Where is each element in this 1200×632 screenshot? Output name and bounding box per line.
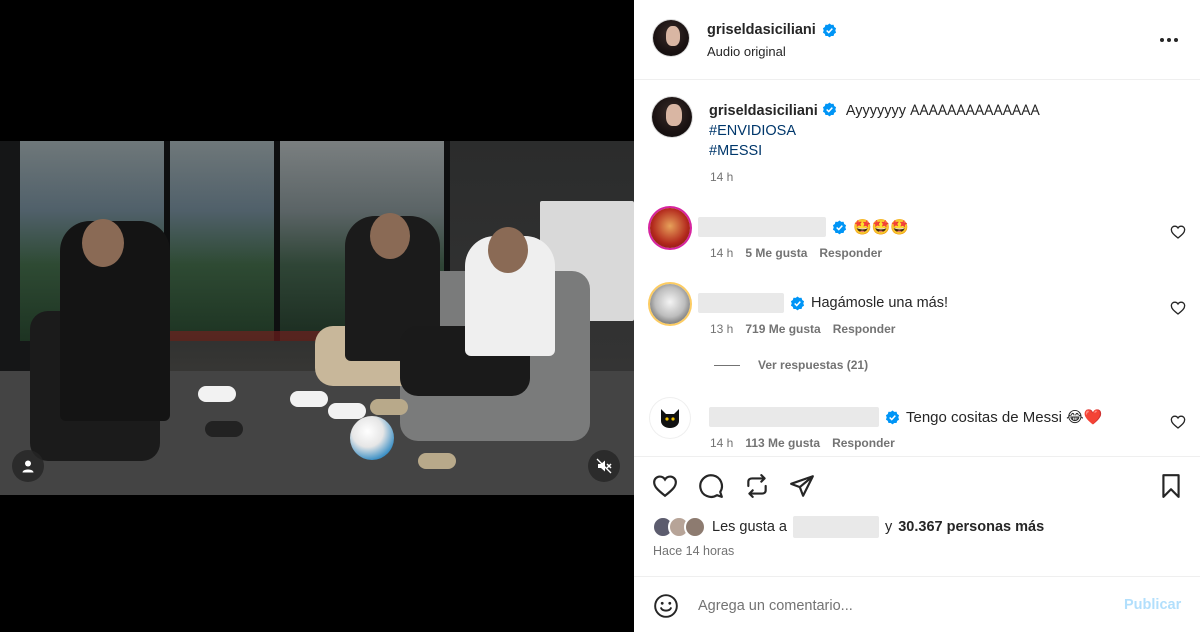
video-player[interactable] bbox=[0, 141, 634, 495]
post-side-panel: griseldasiciliani Audio original griseld… bbox=[634, 0, 1200, 632]
avatar[interactable] bbox=[650, 284, 690, 324]
publish-button[interactable]: Publicar bbox=[1124, 597, 1181, 613]
view-replies-button[interactable]: Ver respuestas (21) bbox=[714, 358, 868, 372]
liker-avatars bbox=[652, 516, 706, 538]
comment-item: Hagámosle una más! 13 h 719 Me gusta Res… bbox=[634, 284, 1200, 344]
user-icon bbox=[22, 460, 34, 473]
redacted-username bbox=[709, 407, 879, 427]
comment-line: Hagámosle una más! bbox=[698, 293, 948, 313]
likes-prefix: Les gusta a bbox=[712, 519, 787, 535]
comment-time[interactable]: 14 h bbox=[710, 436, 733, 450]
comment-meta: 13 h 719 Me gusta Responder bbox=[710, 322, 895, 336]
comment-likes[interactable]: 113 Me gusta bbox=[745, 436, 820, 450]
paper-plane-icon[interactable] bbox=[789, 473, 815, 499]
comment-text: Tengo cositas de Messi 😂❤️ bbox=[906, 409, 1103, 426]
verified-badge-icon bbox=[832, 219, 847, 234]
caption-timestamp: 14 h bbox=[710, 170, 734, 184]
repost-icon[interactable] bbox=[744, 473, 770, 499]
bookmark-icon[interactable] bbox=[1158, 473, 1184, 499]
comment-time[interactable]: 13 h bbox=[710, 322, 733, 336]
header-user: griseldasiciliani bbox=[707, 22, 837, 38]
video-scene-shoe bbox=[328, 403, 366, 419]
mute-toggle-button[interactable] bbox=[588, 450, 620, 482]
author-username[interactable]: griseldasiciliani bbox=[707, 22, 816, 38]
emoji-icon[interactable] bbox=[653, 593, 679, 619]
comment-text: 🤩🤩🤩 bbox=[853, 218, 910, 236]
divider bbox=[714, 364, 740, 366]
avatar[interactable] bbox=[653, 20, 689, 56]
avatar bbox=[684, 516, 706, 538]
post-header: griseldasiciliani Audio original bbox=[634, 0, 1200, 80]
avatar[interactable] bbox=[650, 398, 690, 438]
reply-button[interactable]: Responder bbox=[833, 322, 896, 336]
likes-connector: y bbox=[884, 519, 893, 535]
avatar[interactable] bbox=[650, 208, 690, 248]
more-options-icon bbox=[1160, 38, 1164, 42]
video-scene-shoe bbox=[418, 453, 456, 469]
verified-badge-icon bbox=[822, 102, 836, 117]
tagged-users-button[interactable] bbox=[12, 450, 44, 482]
likes-summary[interactable]: Les gusta a y 30.367 personas más bbox=[652, 516, 1044, 538]
post-caption: griseldasiciliani Ayyyyyyy 𐊠𐊠𐊠𐊠𐊠𐊠𐊠𐊠𐊠𐊠𐊠𐊠𐊠… bbox=[709, 101, 1149, 161]
post-actions-bar bbox=[634, 456, 1200, 512]
video-scene-shoe bbox=[198, 386, 236, 402]
redacted-username bbox=[698, 217, 826, 237]
cat-logo-icon bbox=[661, 409, 679, 428]
muted-speaker-icon bbox=[596, 458, 612, 474]
video-scene-football bbox=[350, 416, 394, 460]
video-scene-window bbox=[170, 141, 280, 341]
avatar[interactable] bbox=[652, 97, 692, 137]
heart-icon[interactable] bbox=[1170, 300, 1186, 316]
heart-icon[interactable] bbox=[1170, 224, 1186, 240]
video-scene-head bbox=[370, 213, 410, 259]
comment-item: Tengo cositas de Messi 😂❤️ 14 h 113 Me g… bbox=[634, 398, 1200, 458]
comment-time[interactable]: 14 h bbox=[710, 246, 733, 260]
comment-line: 🤩🤩🤩 bbox=[698, 217, 909, 237]
video-scene-head bbox=[488, 227, 528, 273]
video-scene-shoe bbox=[290, 391, 328, 407]
comment-line: Tengo cositas de Messi 😂❤️ bbox=[709, 407, 1102, 427]
more-options-button[interactable] bbox=[1158, 30, 1180, 50]
verified-badge-icon bbox=[885, 409, 900, 424]
redacted-username bbox=[698, 293, 784, 313]
redacted-username bbox=[792, 516, 879, 538]
likes-count[interactable]: 30.367 personas más bbox=[898, 519, 1044, 535]
heart-icon[interactable] bbox=[652, 473, 678, 499]
comment-meta: 14 h 113 Me gusta Responder bbox=[710, 436, 895, 450]
hashtag-link[interactable]: #MESSI bbox=[709, 141, 1149, 161]
video-scene-shoe bbox=[205, 421, 243, 437]
comment-meta: 14 h 5 Me gusta Responder bbox=[710, 246, 882, 260]
caption-text: Ayyyyyyy 𐊠𐊠𐊠𐊠𐊠𐊠𐊠𐊠𐊠𐊠𐊠𐊠𐊠𐊠 bbox=[845, 103, 1040, 119]
post-timestamp[interactable]: Hace 14 horas bbox=[653, 544, 734, 558]
add-comment-bar: Publicar bbox=[634, 576, 1200, 632]
comment-icon[interactable] bbox=[698, 473, 724, 499]
comment-input[interactable] bbox=[698, 595, 1098, 617]
verified-badge-icon bbox=[790, 295, 805, 310]
reply-button[interactable]: Responder bbox=[832, 436, 895, 450]
audio-label[interactable]: Audio original bbox=[707, 44, 786, 59]
post-media bbox=[0, 0, 634, 632]
comment-likes[interactable]: 719 Me gusta bbox=[745, 322, 820, 336]
comment-item: 🤩🤩🤩 14 h 5 Me gusta Responder bbox=[634, 208, 1200, 268]
video-scene-head bbox=[82, 219, 124, 267]
reply-button[interactable]: Responder bbox=[819, 246, 882, 260]
caption-username[interactable]: griseldasiciliani bbox=[709, 103, 818, 119]
comment-text: Hagámosle una más! bbox=[811, 295, 949, 311]
verified-badge-icon bbox=[822, 22, 836, 37]
comment-likes[interactable]: 5 Me gusta bbox=[745, 246, 807, 260]
hashtag-link[interactable]: #ENVIDIOSA bbox=[709, 121, 1149, 141]
video-scene-shoe bbox=[370, 399, 408, 415]
heart-icon[interactable] bbox=[1170, 414, 1186, 430]
